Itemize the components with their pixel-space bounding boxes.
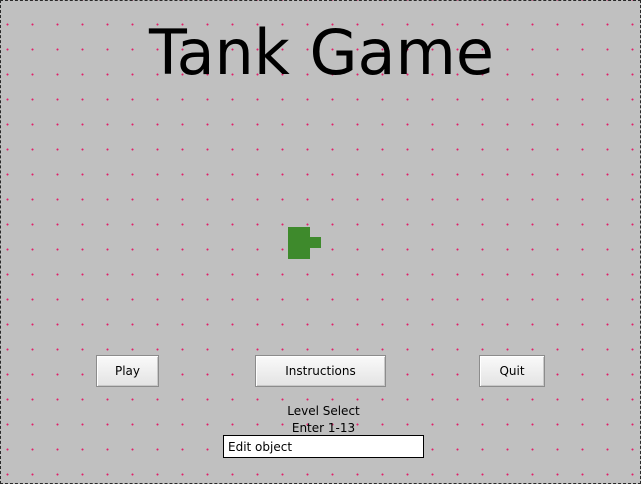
tank-body: [288, 227, 310, 259]
page-title: Tank Game: [148, 16, 495, 89]
instructions-button[interactable]: Instructions: [255, 355, 386, 387]
tank-sprite: [288, 227, 321, 259]
level-select-label: Level Select: [287, 404, 360, 418]
quit-button[interactable]: Quit: [479, 355, 545, 387]
tank-barrel: [309, 237, 321, 248]
level-input[interactable]: [223, 435, 424, 458]
play-button[interactable]: Play: [96, 355, 159, 387]
game-canvas: Tank Game Play Instructions Quit Level S…: [0, 0, 641, 484]
level-range-hint: Enter 1-13: [291, 421, 356, 435]
